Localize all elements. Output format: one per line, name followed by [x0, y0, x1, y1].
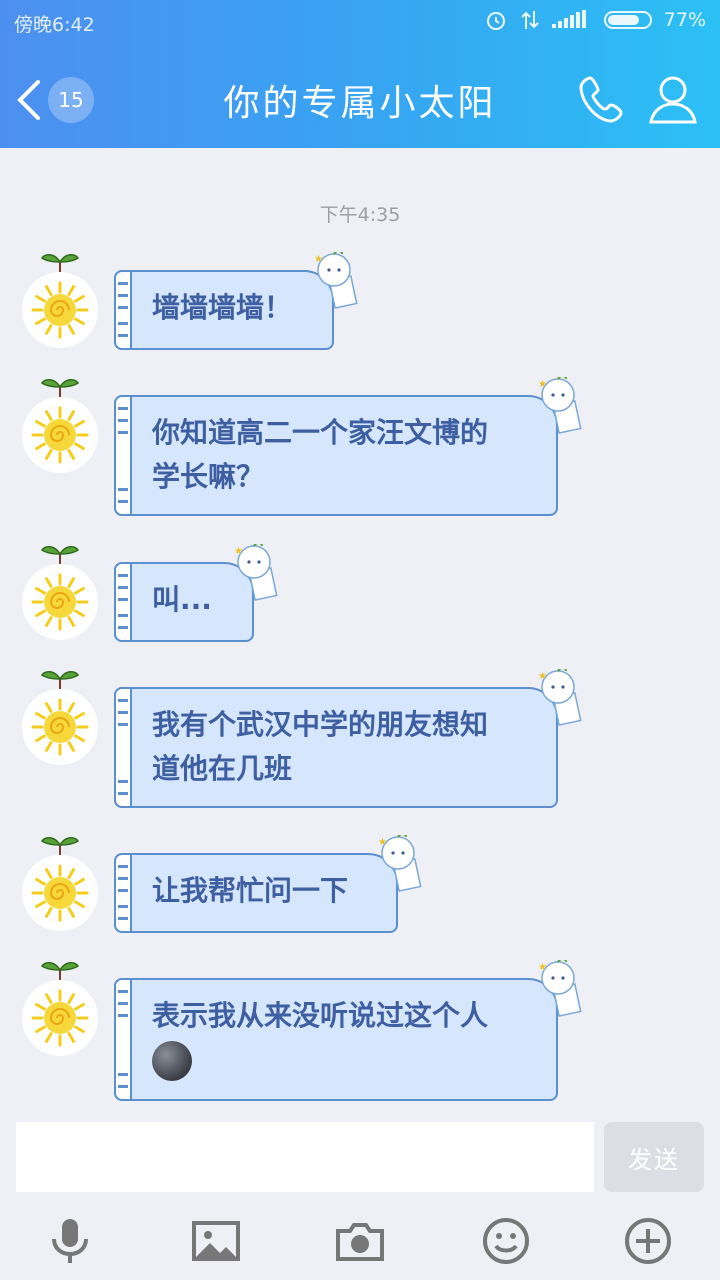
status-icons: 77% [484, 8, 706, 32]
svg-text:★: ★ [538, 671, 547, 682]
input-toolbar [0, 1205, 720, 1280]
bubble-mascot-icon: ★ [536, 958, 584, 1018]
message-bubble[interactable]: 你知道高二一个家汪文博的 学长嘛？ [114, 395, 558, 516]
person-icon [649, 76, 697, 124]
chat-header: 傍晚6:42 77% 15 你的专属小太阳 [0, 0, 720, 148]
message-text: 叫... [152, 583, 212, 616]
svg-text:★: ★ [378, 837, 387, 848]
bubble-mascot-icon: ★ [536, 667, 584, 727]
voice-button[interactable] [44, 1215, 96, 1267]
contact-avatar[interactable] [22, 689, 98, 765]
plus-icon [625, 1218, 671, 1264]
notebook-spine [114, 687, 132, 808]
message-bubble[interactable]: 墙墙墙墙！ [114, 270, 334, 350]
bubble-mascot-icon: ★ [312, 250, 360, 310]
contact-avatar[interactable] [22, 397, 98, 473]
signal-icon [551, 10, 586, 28]
alarm-icon [486, 12, 505, 30]
bubble-mascot-icon: ★ [536, 375, 584, 435]
more-button[interactable] [622, 1215, 674, 1267]
message-text: 墙墙墙墙！ [152, 291, 293, 324]
notebook-spine [114, 395, 132, 516]
notebook-spine [114, 853, 132, 933]
svg-text:★: ★ [538, 962, 547, 973]
new-moon-face-emoji [152, 1041, 192, 1081]
phone-icon [579, 76, 623, 123]
camera-button[interactable] [334, 1215, 386, 1267]
emoji-button[interactable] [480, 1215, 532, 1267]
svg-text:★: ★ [538, 379, 547, 390]
message-input[interactable] [16, 1122, 594, 1192]
profile-button[interactable] [646, 72, 700, 126]
image-icon [192, 1221, 240, 1261]
notebook-spine [114, 270, 132, 350]
message-timestamp: 下午4:35 [319, 204, 401, 226]
data-transfer-icon [521, 11, 539, 29]
camera-icon [336, 1223, 384, 1261]
message-bubble[interactable]: 我有个武汉中学的朋友想知 道他在几班 [114, 687, 558, 808]
microphone-icon [52, 1219, 88, 1263]
message-text: 你知道高二一个家汪文博的 学长嘛？ [152, 416, 489, 493]
send-button[interactable]: 发送 [604, 1122, 704, 1192]
emoji-icon [483, 1218, 529, 1264]
notebook-spine [114, 562, 132, 642]
message-text: 我有个武汉中学的朋友想知 道他在几班 [152, 708, 489, 785]
contact-avatar[interactable] [22, 272, 98, 348]
bubble-mascot-icon: ★ [232, 542, 280, 602]
contact-avatar[interactable] [22, 980, 98, 1056]
battery-icon [603, 11, 652, 29]
bubble-mascot-icon: ★ [376, 833, 424, 893]
message-text: 让我帮忙问一下 [152, 874, 349, 907]
message-bubble[interactable]: 让我帮忙问一下 [114, 853, 398, 933]
contact-avatar[interactable] [22, 564, 98, 640]
call-button[interactable] [576, 72, 630, 126]
message-text: 表示我从来没听说过这个人 [152, 999, 489, 1032]
svg-text:★: ★ [314, 254, 323, 265]
message-bubble[interactable]: 表示我从来没听说过这个人 [114, 978, 558, 1101]
contact-avatar[interactable] [22, 855, 98, 931]
notebook-spine [114, 978, 132, 1101]
image-button[interactable] [190, 1215, 242, 1267]
svg-text:★: ★ [234, 546, 243, 557]
status-time: 傍晚6:42 [14, 14, 95, 36]
battery-percent: 77% [663, 9, 706, 31]
